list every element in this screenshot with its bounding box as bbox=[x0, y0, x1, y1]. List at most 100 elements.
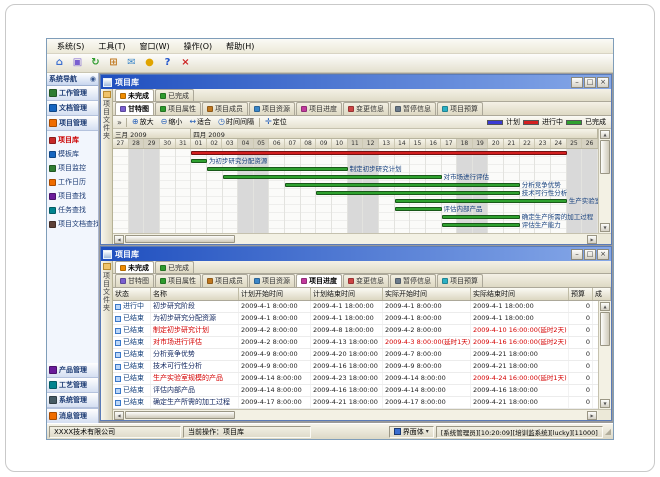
fit-button[interactable]: ↔ 适合 bbox=[187, 117, 213, 127]
locate-button[interactable]: ✛ 定位 bbox=[263, 117, 289, 127]
column-header-4[interactable]: 实际开始时间 bbox=[383, 288, 471, 300]
table-row-6[interactable]: 已结束生产实验室规模的产品2009-4-14 8:00:002009-4-23 … bbox=[113, 373, 598, 385]
folder-vertical-tab[interactable]: 项目文件夹 bbox=[101, 89, 113, 244]
scroll-down-icon[interactable]: ▼ bbox=[600, 399, 610, 408]
gantt-bar-7[interactable] bbox=[395, 207, 442, 211]
scroll-right-icon[interactable]: ▶ bbox=[587, 235, 597, 244]
table-row-4[interactable]: 已结束分析竞争优势2009-4-9 8:00:002009-4-20 18:00… bbox=[113, 349, 598, 361]
tab-5[interactable]: 变更信息 bbox=[343, 102, 389, 115]
time-interval-button[interactable]: ◷ 时间间隔 bbox=[216, 117, 256, 127]
desktop-button[interactable]: ⌂ bbox=[52, 56, 67, 71]
close-button[interactable]: × bbox=[597, 77, 609, 88]
gantt-bar-4[interactable] bbox=[285, 183, 520, 187]
column-header-3[interactable]: 计划结束时间 bbox=[311, 288, 383, 300]
view-tab-0[interactable]: 未完成 bbox=[115, 89, 154, 101]
horizontal-scrollbar[interactable]: ◀ ▶ bbox=[113, 410, 598, 420]
tab-1[interactable]: 项目属性 bbox=[155, 102, 201, 115]
minimize-button[interactable]: – bbox=[571, 77, 583, 88]
sidebar-group-0[interactable]: 工作管理 bbox=[47, 86, 98, 101]
view-tab-1[interactable]: 已完成 bbox=[155, 261, 194, 273]
refresh-button[interactable]: ↻ bbox=[88, 56, 103, 71]
minimize-button[interactable]: – bbox=[571, 249, 583, 260]
close-button[interactable]: × bbox=[597, 249, 609, 260]
restore-button[interactable]: □ bbox=[584, 249, 596, 260]
window-titlebar[interactable]: 项目库 –□× bbox=[101, 75, 611, 89]
sidebar-group-4[interactable]: 工艺管理 bbox=[47, 378, 98, 393]
pushpin-icon[interactable]: ◉ bbox=[90, 75, 96, 83]
sidebar-item-2[interactable]: 项目监控 bbox=[47, 161, 98, 175]
scrollbar-thumb[interactable] bbox=[600, 312, 610, 346]
help-button[interactable]: ? bbox=[160, 56, 175, 71]
window-titlebar[interactable]: 项目库 –□× bbox=[101, 247, 611, 261]
gantt-bar-9[interactable] bbox=[442, 223, 520, 227]
scrollbar-thumb[interactable] bbox=[125, 235, 235, 243]
table-row-2[interactable]: 已结束制定初步研究计划2009-4-2 8:00:002009-4-8 18:0… bbox=[113, 325, 598, 337]
gantt-bar-6[interactable] bbox=[395, 199, 567, 203]
column-header-0[interactable]: 状态 bbox=[113, 288, 151, 300]
scroll-left-icon[interactable]: ◀ bbox=[114, 411, 124, 420]
toolbar-overflow-button[interactable]: » bbox=[116, 118, 123, 127]
windows-button[interactable]: ▣ bbox=[70, 56, 85, 71]
tab-4[interactable]: 项目进度 bbox=[296, 102, 342, 115]
zoom-in-button[interactable]: ⊕ 放大 bbox=[130, 117, 156, 127]
table-row-7[interactable]: 已结束评估内部产品2009-4-14 8:00:002009-4-16 18:0… bbox=[113, 385, 598, 397]
gantt-bar-0[interactable] bbox=[191, 151, 566, 155]
view-tab-1[interactable]: 已完成 bbox=[155, 89, 194, 101]
gantt-bar-2[interactable] bbox=[207, 167, 348, 171]
scroll-up-icon[interactable]: ▲ bbox=[600, 302, 610, 311]
tab-7[interactable]: 项目预算 bbox=[437, 274, 483, 287]
sidebar-group-2[interactable]: 项目管理 bbox=[47, 116, 98, 131]
horizontal-scrollbar[interactable]: ◀ ▶ bbox=[113, 234, 598, 244]
gantt-bar-8[interactable] bbox=[442, 215, 520, 219]
gantt-bar-3[interactable] bbox=[223, 175, 442, 179]
menu-item-1[interactable]: 工具(T) bbox=[92, 40, 131, 53]
lock-button[interactable]: ● bbox=[142, 56, 157, 71]
tab-4[interactable]: 项目进度 bbox=[296, 274, 342, 287]
tab-3[interactable]: 项目资源 bbox=[249, 102, 295, 115]
exit-button[interactable]: × bbox=[178, 56, 193, 71]
scroll-right-icon[interactable]: ▶ bbox=[587, 411, 597, 420]
settings-button[interactable]: ⊞ bbox=[106, 56, 121, 71]
sidebar-tab-messages[interactable]: 消息管理 bbox=[47, 408, 98, 423]
column-header-7[interactable]: 成 bbox=[593, 288, 611, 300]
sidebar-item-3[interactable]: 工作日历 bbox=[47, 175, 98, 189]
sidebar-item-0[interactable]: 项目库 bbox=[47, 133, 98, 147]
scroll-down-icon[interactable]: ▼ bbox=[600, 223, 610, 232]
table-row-8[interactable]: 已结束确定生产所需的加工过程2009-4-17 8:00:002009-4-21… bbox=[113, 397, 598, 409]
sidebar-group-5[interactable]: 系统管理 bbox=[47, 393, 98, 408]
table-row-5[interactable]: 已结束技术可行性分析2009-4-9 8:00:002009-4-16 18:0… bbox=[113, 361, 598, 373]
tab-5[interactable]: 变更信息 bbox=[343, 274, 389, 287]
skin-selector[interactable]: 界面体 ▾ bbox=[389, 426, 434, 438]
menu-item-3[interactable]: 操作(O) bbox=[178, 40, 219, 53]
scrollbar-thumb[interactable] bbox=[125, 411, 235, 419]
view-tab-0[interactable]: 未完成 bbox=[115, 261, 154, 273]
table-row-1[interactable]: 已结束为初步研究分配资源2009-4-1 8:00:002009-4-1 18:… bbox=[113, 313, 598, 325]
tab-3[interactable]: 项目资源 bbox=[249, 274, 295, 287]
tab-1[interactable]: 项目属性 bbox=[155, 274, 201, 287]
folder-vertical-tab[interactable]: 项目文件夹 bbox=[101, 261, 113, 420]
tab-6[interactable]: 暂停信息 bbox=[390, 102, 436, 115]
sidebar-group-3[interactable]: 产品管理 bbox=[47, 363, 98, 378]
column-header-5[interactable]: 实际结束时间 bbox=[471, 288, 569, 300]
table-row-0[interactable]: 进行中初步研究阶段2009-4-1 8:00:002009-4-1 18:00:… bbox=[113, 301, 598, 313]
tab-0[interactable]: 甘特图 bbox=[115, 102, 154, 115]
vertical-scrollbar[interactable]: ▲ ▼ bbox=[598, 301, 611, 409]
vertical-scrollbar[interactable]: ▲ ▼ bbox=[598, 129, 611, 233]
sidebar-group-1[interactable]: 文档管理 bbox=[47, 101, 98, 116]
resize-grip-icon[interactable]: ◢ bbox=[605, 428, 611, 436]
tab-6[interactable]: 暂停信息 bbox=[390, 274, 436, 287]
restore-button[interactable]: □ bbox=[584, 77, 596, 88]
tab-0[interactable]: 甘特图 bbox=[115, 274, 154, 287]
column-header-1[interactable]: 名称 bbox=[151, 288, 239, 300]
table-row-3[interactable]: 已结束对市场进行评估2009-4-2 8:00:002009-4-13 18:0… bbox=[113, 337, 598, 349]
scrollbar-thumb[interactable] bbox=[600, 140, 610, 174]
menu-item-4[interactable]: 帮助(H) bbox=[220, 40, 260, 53]
tab-7[interactable]: 项目预算 bbox=[437, 102, 483, 115]
column-header-2[interactable]: 计划开始时间 bbox=[239, 288, 311, 300]
scroll-up-icon[interactable]: ▲ bbox=[600, 130, 610, 139]
gantt-bar-1[interactable] bbox=[191, 159, 207, 163]
column-header-6[interactable]: 预算 bbox=[569, 288, 593, 300]
mail-button[interactable]: ✉ bbox=[124, 56, 139, 71]
sidebar-item-6[interactable]: 项目文档查找 bbox=[47, 217, 98, 231]
menu-item-0[interactable]: 系统(S) bbox=[51, 40, 90, 53]
